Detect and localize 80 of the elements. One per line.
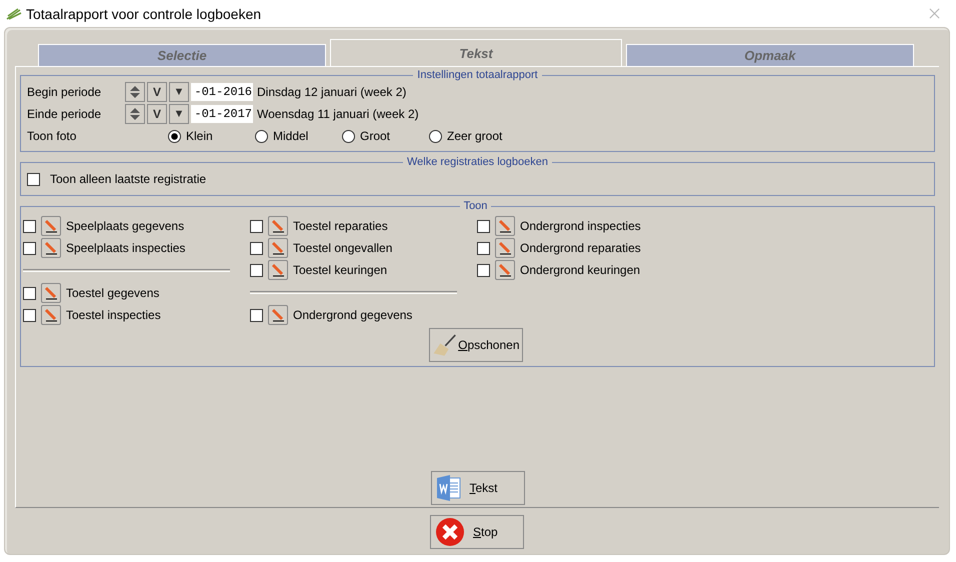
stop-button[interactable]: Stop (430, 515, 524, 549)
document-icon (436, 474, 462, 502)
pencil-icon (271, 263, 285, 277)
window-title: Totaalrapport voor controle logboeken (26, 6, 262, 22)
checkbox-label: Toestel ongevallen (293, 241, 392, 255)
checkbox-label: Toon alleen laatste registratie (50, 172, 206, 186)
edit-button[interactable] (41, 283, 61, 303)
checkbox-label: Ondergrond gegevens (293, 308, 412, 322)
pencil-icon (44, 241, 58, 255)
checkbox[interactable] (23, 308, 36, 322)
radio-button[interactable] (168, 130, 181, 142)
group-legend: Welke registraties logboeken (402, 156, 552, 168)
v-button[interactable]: V (147, 82, 167, 102)
checkbox-label: Ondergrond reparaties (520, 241, 641, 255)
radio-button[interactable] (255, 130, 268, 142)
edit-button[interactable] (495, 260, 515, 280)
radio-button[interactable] (342, 130, 355, 142)
edit-button[interactable] (268, 216, 288, 236)
up-down-icon (129, 107, 141, 121)
checkbox-label: Ondergrond inspecties (520, 219, 641, 233)
group-legend: Instellingen totaalrapport (413, 69, 542, 81)
radio-button[interactable] (429, 130, 442, 142)
edit-button[interactable] (268, 260, 288, 280)
edit-button[interactable] (268, 305, 288, 325)
radio-label: Klein (186, 129, 213, 143)
checkbox[interactable] (250, 264, 263, 276)
edit-button[interactable] (495, 216, 515, 236)
checkbox-label: Speelplaats inspecties (66, 241, 186, 255)
app-icon (6, 6, 22, 20)
dropdown-button[interactable]: ▼ (169, 104, 189, 124)
edit-button[interactable] (41, 216, 61, 236)
edit-button[interactable] (495, 238, 515, 258)
tab[interactable]: Tekst (330, 39, 622, 66)
date-field[interactable]: -01-2016 (191, 83, 253, 101)
checkbox-label: Speelplaats gegevens (66, 219, 184, 233)
up-down-icon (129, 85, 141, 99)
checkbox[interactable] (23, 242, 36, 254)
checkbox-label: Toestel inspecties (66, 308, 161, 322)
radio-label: Middel (273, 129, 308, 143)
checkbox[interactable] (250, 220, 263, 232)
checkbox[interactable] (23, 220, 36, 232)
pencil-icon (271, 241, 285, 255)
pencil-icon (44, 286, 58, 300)
edit-button[interactable] (41, 238, 61, 258)
checkbox[interactable] (250, 308, 263, 322)
field-label: Toon foto (27, 129, 78, 143)
radio-label: Zeer groot (447, 129, 502, 143)
field-label: Begin periode (27, 85, 102, 99)
v-button[interactable]: V (147, 104, 167, 124)
spin-button[interactable] (125, 82, 145, 102)
pencil-icon (271, 219, 285, 233)
edit-button[interactable] (268, 238, 288, 258)
close-circle-icon (435, 517, 465, 547)
checkbox[interactable] (477, 242, 490, 254)
pencil-icon (271, 308, 285, 322)
group-legend: Toon (460, 200, 492, 212)
date-description: Woensdag 11 januari (week 2) (257, 107, 419, 121)
clean-button[interactable]: Opschonen (428, 328, 522, 362)
checkbox[interactable] (23, 286, 36, 300)
pencil-icon (498, 241, 512, 255)
checkbox-label: Ondergrond keuringen (520, 263, 640, 277)
pencil-icon (44, 308, 58, 322)
checkbox[interactable] (250, 242, 263, 254)
date-description: Dinsdag 12 januari (week 2) (257, 85, 406, 99)
checkbox-label: Toestel keuringen (293, 263, 388, 277)
pencil-icon (44, 219, 58, 233)
spin-button[interactable] (125, 104, 145, 124)
radio-label: Groot (360, 129, 390, 143)
checkbox[interactable] (27, 172, 40, 186)
edit-button[interactable] (41, 305, 61, 325)
checkbox-label: Toestel reparaties (293, 219, 388, 233)
checkbox[interactable] (477, 264, 490, 276)
date-field[interactable]: -01-2017 (191, 105, 253, 123)
checkbox[interactable] (477, 220, 490, 232)
dropdown-button[interactable]: ▼ (169, 82, 189, 102)
pencil-icon (498, 263, 512, 277)
field-label: Einde periode (27, 107, 102, 121)
word-text-button[interactable]: Tekst (430, 471, 524, 505)
pencil-icon (498, 219, 512, 233)
checkbox-label: Toestel gegevens (66, 286, 160, 300)
